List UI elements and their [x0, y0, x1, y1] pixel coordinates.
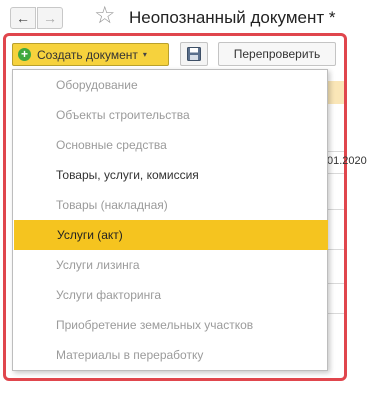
table-row-divider	[326, 313, 344, 314]
page-title: Неопознанный документ *	[129, 8, 336, 27]
menu-item-processing-materials[interactable]: Материалы в переработку	[13, 340, 327, 370]
floppy-disk-icon	[187, 47, 201, 61]
create-document-button[interactable]: + Создать документ ▾	[12, 43, 169, 66]
table-row-divider	[326, 173, 344, 174]
arrow-right-icon: →	[43, 10, 57, 26]
save-button[interactable]	[180, 42, 208, 66]
menu-item-land-acquisition[interactable]: Приобретение земельных участков	[13, 310, 327, 340]
star-icon[interactable]: ☆	[94, 4, 116, 28]
table-row-divider	[326, 209, 344, 210]
chevron-down-icon: ▾	[142, 50, 147, 59]
recheck-label: Перепроверить	[233, 47, 321, 61]
menu-item-services-act[interactable]: Услуги (акт)	[14, 220, 328, 250]
menu-item-equipment[interactable]: Оборудование	[13, 70, 327, 100]
table-row-divider	[326, 283, 344, 284]
background-table: 01.2020	[326, 73, 367, 373]
arrow-left-icon: ←	[16, 10, 30, 26]
forward-button[interactable]: →	[37, 7, 63, 29]
menu-item-factoring-services[interactable]: Услуги факторинга	[13, 280, 327, 310]
menu-item-goods-invoice[interactable]: Товары (накладная)	[13, 190, 327, 220]
plus-circle-icon: +	[18, 48, 31, 61]
table-header	[326, 81, 344, 104]
back-button[interactable]: ←	[10, 7, 36, 29]
recheck-button[interactable]: Перепроверить	[218, 42, 336, 66]
menu-item-construction-objects[interactable]: Объекты строительства	[13, 100, 327, 130]
menu-item-leasing-services[interactable]: Услуги лизинга	[13, 250, 327, 280]
date-cell: 01.2020	[327, 155, 367, 167]
table-row-divider	[326, 151, 344, 152]
table-row-divider	[326, 249, 344, 250]
menu-item-fixed-assets[interactable]: Основные средства	[13, 130, 327, 160]
menu-item-goods-services-commission[interactable]: Товары, услуги, комиссия	[13, 160, 327, 190]
create-document-menu: Оборудование Объекты строительства Основ…	[12, 69, 328, 371]
create-document-label: Создать документ	[37, 47, 138, 62]
